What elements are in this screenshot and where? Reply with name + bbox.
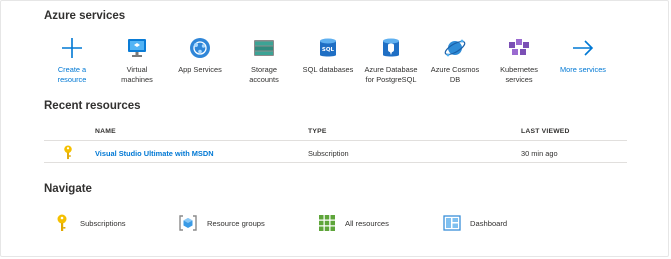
sql-database-icon: SQL	[320, 38, 336, 57]
resource-last-viewed: 30 min ago	[521, 149, 558, 158]
service-label-line: machines	[121, 75, 153, 84]
resource-group-icon	[179, 215, 197, 231]
service-kubernetes[interactable]: Kubernetes services	[488, 36, 550, 85]
postgresql-icon	[383, 38, 399, 57]
service-label-line: Azure Cosmos	[430, 65, 480, 74]
service-label-line: services	[505, 75, 533, 84]
table-row-divider	[44, 162, 627, 163]
resource-type: Subscription	[308, 149, 349, 158]
service-sql-databases[interactable]: SQL SQL databases	[297, 36, 359, 75]
service-create-resource[interactable]: Create a resource	[41, 36, 103, 85]
navigate-dashboard[interactable]: Dashboard	[443, 214, 518, 234]
service-cosmos-db[interactable]: Azure Cosmos DB	[424, 36, 486, 85]
navigate-item-label: Resource groups	[207, 219, 265, 228]
column-header-last-viewed[interactable]: LAST VIEWED	[521, 128, 570, 135]
table-header-divider	[44, 140, 627, 141]
navigate-all-resources[interactable]: All resources	[318, 214, 398, 234]
key-icon	[57, 214, 67, 231]
service-label-line: resource	[57, 75, 87, 84]
svg-text:SQL: SQL	[322, 47, 335, 53]
column-header-name[interactable]: NAME	[95, 128, 116, 135]
kubernetes-icon	[509, 39, 529, 55]
app-services-icon	[190, 38, 210, 58]
service-label-line: More services	[560, 65, 606, 74]
column-header-type[interactable]: TYPE	[308, 128, 327, 135]
virtual-machine-icon	[128, 39, 146, 57]
dashboard-icon	[443, 215, 461, 231]
service-label-line: Storage	[251, 65, 277, 74]
service-more-services[interactable]: More services	[552, 36, 614, 75]
service-label-line: Azure Database	[364, 65, 418, 74]
service-label-line: Kubernetes	[500, 65, 538, 74]
service-virtual-machines[interactable]: Virtual machines	[106, 36, 168, 85]
navigate-item-label: Dashboard	[470, 219, 508, 228]
service-label-line: accounts	[249, 75, 279, 84]
storage-accounts-icon	[254, 40, 274, 56]
navigate-subscriptions[interactable]: Subscriptions	[54, 214, 144, 234]
navigate-resource-groups[interactable]: Resource groups	[179, 214, 279, 234]
key-icon	[64, 145, 72, 160]
service-postgresql[interactable]: Azure Database for PostgreSQL	[360, 36, 422, 85]
service-app-services[interactable]: App Services	[169, 36, 231, 75]
service-storage-accounts[interactable]: Storage accounts	[233, 36, 295, 85]
cosmos-db-icon	[444, 39, 466, 57]
service-label-line: Create a	[57, 65, 87, 74]
resource-name-link[interactable]: Visual Studio Ultimate with MSDN	[95, 149, 214, 158]
arrow-right-icon	[573, 40, 594, 56]
navigate-heading: Navigate	[44, 183, 92, 195]
service-label-line: SQL databases	[302, 65, 354, 74]
plus-icon	[62, 38, 82, 58]
recent-resources-heading: Recent resources	[44, 100, 141, 112]
azure-services-heading: Azure services	[44, 10, 126, 22]
navigate-item-label: Subscriptions	[80, 219, 126, 228]
service-label-line: Virtual	[126, 65, 148, 74]
service-label-line: DB	[449, 75, 461, 84]
service-label-line: for PostgreSQL	[365, 75, 417, 84]
grid-icon	[319, 215, 335, 231]
navigate-item-label: All resources	[345, 219, 389, 228]
service-label-line: App Services	[178, 65, 222, 74]
